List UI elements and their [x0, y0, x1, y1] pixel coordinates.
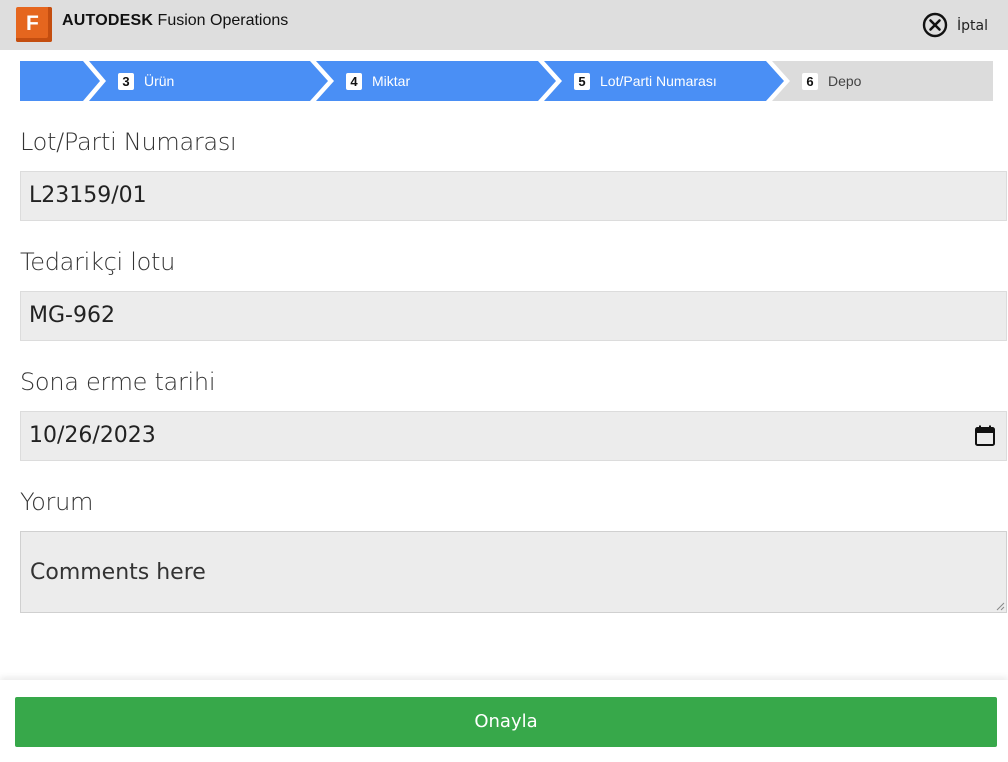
footer-bar: Onayla	[0, 680, 1008, 762]
comment-label: Yorum	[20, 488, 94, 516]
step-number: 4	[346, 72, 362, 90]
brand-title: AUTODESK Fusion Operations	[62, 12, 288, 30]
resize-grip-icon[interactable]	[995, 601, 1005, 611]
step-label: Lot/Parti Numarası	[600, 73, 717, 89]
cancel-button[interactable]: İptal	[922, 12, 988, 38]
app-header: F AUTODESK Fusion Operations İptal	[0, 0, 1008, 50]
confirm-button[interactable]: Onayla	[15, 697, 997, 747]
fusion-logo: F	[16, 7, 52, 42]
product-name: Fusion Operations	[157, 12, 289, 29]
expiry-date-input[interactable]: 10/26/2023	[20, 411, 1007, 461]
step-label: Ürün	[144, 73, 175, 89]
lot-number-label: Lot/Parti Numarası	[20, 128, 237, 156]
step-lot-number[interactable]: 5 Lot/Parti Numarası	[574, 71, 717, 91]
step-number: 6	[802, 72, 818, 90]
logo-letter: F	[26, 12, 39, 35]
close-circle-icon	[922, 12, 948, 38]
step-label: Depo	[828, 73, 862, 89]
supplier-lot-label: Tedarikçi lotu	[20, 248, 175, 276]
step-label: Miktar	[372, 73, 411, 89]
step-number: 3	[118, 72, 134, 90]
step-segment-1	[20, 61, 100, 101]
step-warehouse[interactable]: 6 Depo	[802, 71, 861, 91]
cancel-label: İptal	[957, 17, 988, 34]
supplier-lot-input[interactable]: MG-962	[20, 291, 1007, 341]
wizard-stepper: 3 Ürün 4 Miktar 5 Lot/Parti Numarası 6 D…	[20, 61, 993, 101]
comment-textarea[interactable]: Comments here	[20, 531, 1007, 613]
step-number: 5	[574, 72, 590, 90]
expiry-date-label: Sona erme tarihi	[20, 368, 216, 396]
step-product[interactable]: 3 Ürün	[118, 71, 174, 91]
calendar-icon[interactable]	[974, 425, 996, 447]
brand-name: AUTODESK	[62, 12, 154, 29]
step-quantity[interactable]: 4 Miktar	[346, 71, 410, 91]
lot-number-input[interactable]: L23159/01	[20, 171, 1007, 221]
expiry-date-value: 10/26/2023	[29, 423, 156, 448]
comment-placeholder: Comments here	[30, 560, 206, 585]
